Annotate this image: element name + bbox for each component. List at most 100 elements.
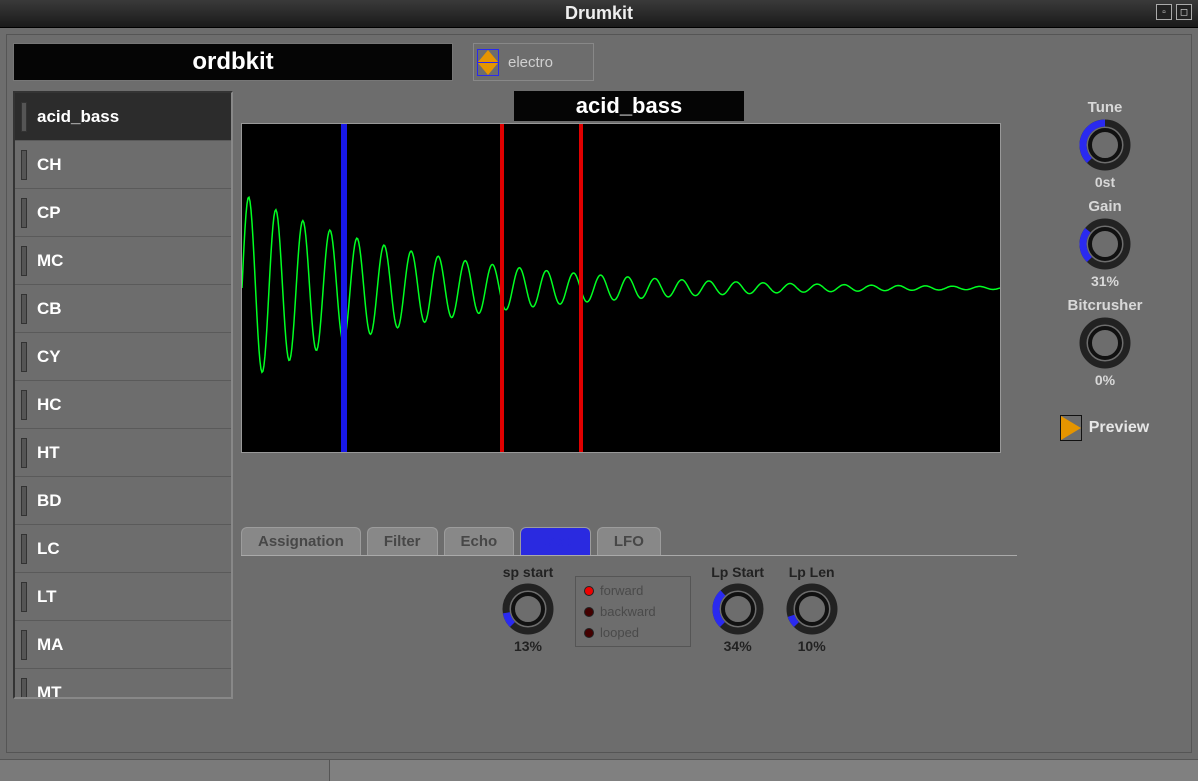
drag-handle-icon[interactable] — [21, 150, 27, 180]
direction-option-label: forward — [600, 583, 643, 598]
direction-option-label: backward — [600, 604, 656, 619]
loop-end-marker[interactable] — [579, 124, 583, 452]
status-bar — [0, 759, 1198, 781]
tab-filter[interactable]: Filter — [367, 527, 438, 555]
start-marker[interactable] — [341, 124, 347, 452]
right-knob-column: Tune 0st Gain 31% Bitcrusher 0% Preview — [1025, 91, 1185, 699]
sample-item-acid_bass[interactable]: acid_bass — [15, 93, 231, 141]
gain-value: 31% — [1091, 273, 1119, 289]
direction-option-label: looped — [600, 625, 639, 640]
sample-item-HC[interactable]: HC — [15, 381, 231, 429]
preset-up-icon[interactable] — [478, 50, 498, 62]
drag-handle-icon[interactable] — [21, 486, 27, 516]
loop-start-marker[interactable] — [500, 124, 504, 452]
gain-label: Gain — [1088, 198, 1121, 215]
app-body: ordbkit electro acid_bass CH CP MC CB CY HC HT B… — [0, 28, 1198, 759]
sp-start-value: 13% — [514, 638, 542, 654]
sp-start-knob[interactable] — [501, 582, 555, 636]
sp-start-knob-block: sp start 13% — [501, 564, 555, 654]
kit-preset-selector[interactable]: electro — [473, 43, 594, 81]
drag-handle-icon[interactable] — [21, 678, 27, 700]
radio-dot-icon — [584, 628, 594, 638]
tune-knob[interactable] — [1078, 118, 1132, 172]
minimize-icon[interactable]: ▫ — [1156, 4, 1172, 20]
lp-len-value: 10% — [798, 638, 826, 654]
radio-dot-icon — [584, 607, 594, 617]
sample-item-label: MA — [37, 635, 63, 655]
drag-handle-icon[interactable] — [21, 438, 27, 468]
lp-start-value: 34% — [724, 638, 752, 654]
tune-value: 0st — [1095, 174, 1115, 190]
tab-assignation[interactable]: Assignation — [241, 527, 361, 555]
lp-len-knob[interactable] — [785, 582, 839, 636]
sample-item-LC[interactable]: LC — [15, 525, 231, 573]
status-cell — [0, 760, 330, 781]
drag-handle-icon[interactable] — [21, 198, 27, 228]
lp-start-label: Lp Start — [711, 564, 764, 580]
preset-down-icon[interactable] — [478, 63, 498, 75]
drag-handle-icon[interactable] — [21, 294, 27, 324]
drag-handle-icon[interactable] — [21, 582, 27, 612]
kit-name-display[interactable]: ordbkit — [13, 43, 453, 81]
gain-knob[interactable] — [1078, 217, 1132, 271]
sample-item-label: HC — [37, 395, 62, 415]
center-column: acid_bass AssignationFilterEchoLoopLFO s… — [241, 91, 1017, 699]
play-icon — [1061, 416, 1081, 440]
preview-label: Preview — [1089, 419, 1149, 437]
sample-item-label: LC — [37, 539, 60, 559]
direction-option-forward[interactable]: forward — [584, 583, 656, 598]
sample-item-label: CB — [37, 299, 62, 319]
sample-item-label: MC — [37, 251, 63, 271]
sp-start-label: sp start — [503, 564, 554, 580]
sample-item-CP[interactable]: CP — [15, 189, 231, 237]
lp-start-knob-block: Lp Start 34% — [711, 564, 765, 654]
bitcrusher-knob[interactable] — [1078, 316, 1132, 370]
window-title: Drumkit — [565, 3, 633, 24]
sample-item-HT[interactable]: HT — [15, 429, 231, 477]
direction-option-backward[interactable]: backward — [584, 604, 656, 619]
sample-item-BD[interactable]: BD — [15, 477, 231, 525]
top-row: ordbkit electro — [7, 35, 1191, 91]
tab-echo[interactable]: Echo — [444, 527, 515, 555]
sample-item-CH[interactable]: CH — [15, 141, 231, 189]
sample-item-CY[interactable]: CY — [15, 333, 231, 381]
sample-item-MT[interactable]: MT — [15, 669, 231, 699]
drag-handle-icon[interactable] — [21, 342, 27, 372]
lp-len-label: Lp Len — [789, 564, 835, 580]
window-controls: ▫ ◻ — [1156, 4, 1192, 20]
sample-item-label: CY — [37, 347, 61, 367]
title-bar: Drumkit ▫ ◻ — [0, 0, 1198, 28]
radio-dot-icon — [584, 586, 594, 596]
drag-handle-icon[interactable] — [21, 630, 27, 660]
drag-handle-icon[interactable] — [21, 390, 27, 420]
waveform-display[interactable] — [241, 123, 1001, 453]
sample-item-label: MT — [37, 683, 62, 700]
sample-item-label: acid_bass — [37, 107, 119, 127]
sample-item-label: CP — [37, 203, 61, 223]
sample-item-label: BD — [37, 491, 62, 511]
sample-item-CB[interactable]: CB — [15, 285, 231, 333]
sample-item-MC[interactable]: MC — [15, 237, 231, 285]
param-tabs: AssignationFilterEchoLoopLFO — [241, 527, 1017, 556]
preview-button[interactable]: Preview — [1061, 416, 1149, 440]
direction-option-looped[interactable]: looped — [584, 625, 656, 640]
sample-list[interactable]: acid_bass CH CP MC CB CY HC HT BD LC LT MA MT — [13, 91, 233, 699]
drag-handle-icon[interactable] — [21, 246, 27, 276]
lp-len-knob-block: Lp Len 10% — [785, 564, 839, 654]
bitcrusher-label: Bitcrusher — [1067, 297, 1142, 314]
current-sample-title: acid_bass — [514, 91, 744, 121]
preset-label: electro — [508, 54, 553, 71]
lp-start-knob[interactable] — [711, 582, 765, 636]
maximize-icon[interactable]: ◻ — [1176, 4, 1192, 20]
sample-item-label: LT — [37, 587, 57, 607]
preset-spinner[interactable] — [478, 50, 498, 75]
sample-item-LT[interactable]: LT — [15, 573, 231, 621]
tab-lfo[interactable]: LFO — [597, 527, 661, 555]
tab-loop[interactable]: Loop — [520, 527, 591, 555]
loop-panel: sp start 13% forward backward looped Lp St… — [241, 556, 1017, 654]
drag-handle-icon[interactable] — [21, 534, 27, 564]
sample-item-MA[interactable]: MA — [15, 621, 231, 669]
drag-handle-icon[interactable] — [21, 102, 27, 132]
sample-item-label: CH — [37, 155, 62, 175]
waveform-svg — [242, 124, 1000, 452]
